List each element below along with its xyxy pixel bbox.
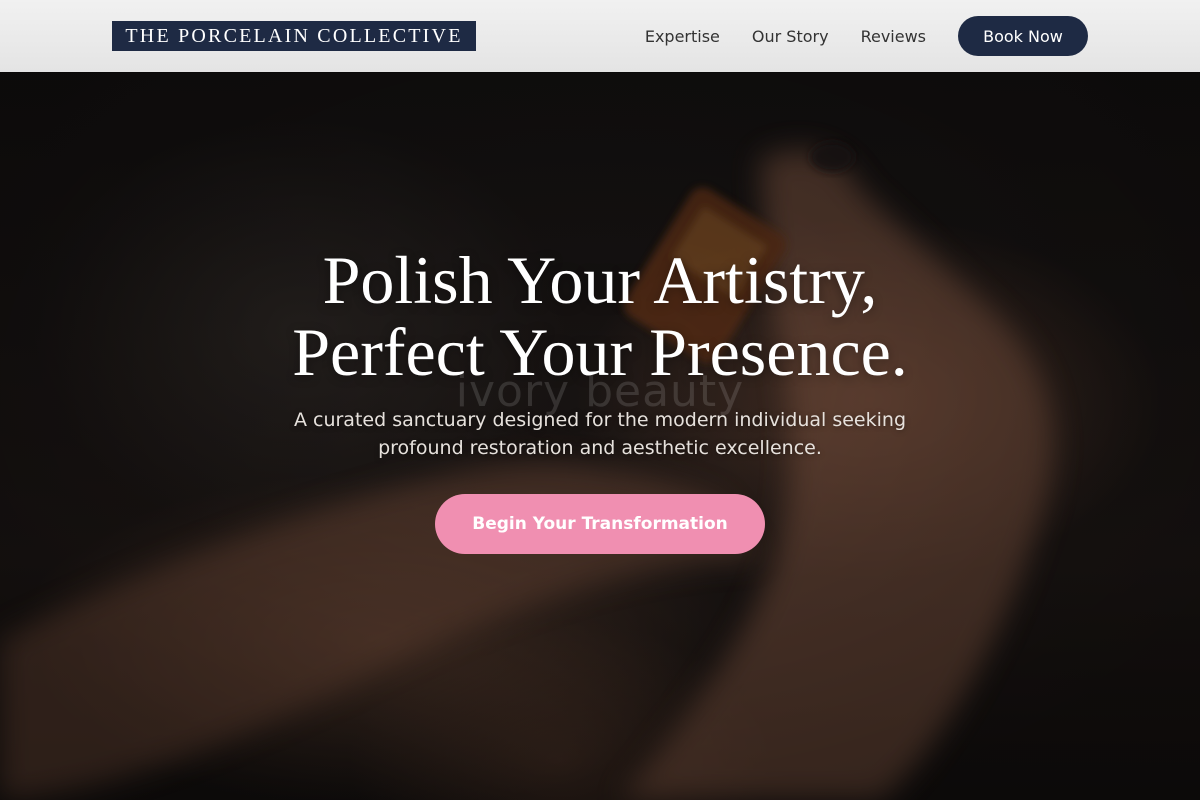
nav-link-expertise[interactable]: Expertise (645, 27, 720, 46)
hero-subtitle: A curated sanctuary designed for the mod… (293, 409, 907, 459)
book-now-button[interactable]: Book Now (958, 16, 1088, 56)
hero-title-line-1: Polish Your Artistry, (322, 242, 878, 318)
nav-link-our-story[interactable]: Our Story (752, 27, 829, 46)
begin-transformation-button[interactable]: Begin Your Transformation (435, 494, 765, 554)
main-nav: Expertise Our Story Reviews Book Now (645, 16, 1088, 56)
hero-title-line-2: Perfect Your Presence. (292, 314, 908, 390)
brand-logo[interactable]: THE PORCELAIN COLLECTIVE (112, 21, 476, 51)
nav-link-reviews[interactable]: Reviews (861, 27, 926, 46)
hero-title: Polish Your Artistry, Perfect Your Prese… (0, 244, 1200, 388)
landing-page: THE PORCELAIN COLLECTIVE Expertise Our S… (0, 0, 1200, 800)
hero-section: Polish Your Artistry, Perfect Your Prese… (0, 244, 1200, 462)
site-header: THE PORCELAIN COLLECTIVE Expertise Our S… (0, 0, 1200, 72)
